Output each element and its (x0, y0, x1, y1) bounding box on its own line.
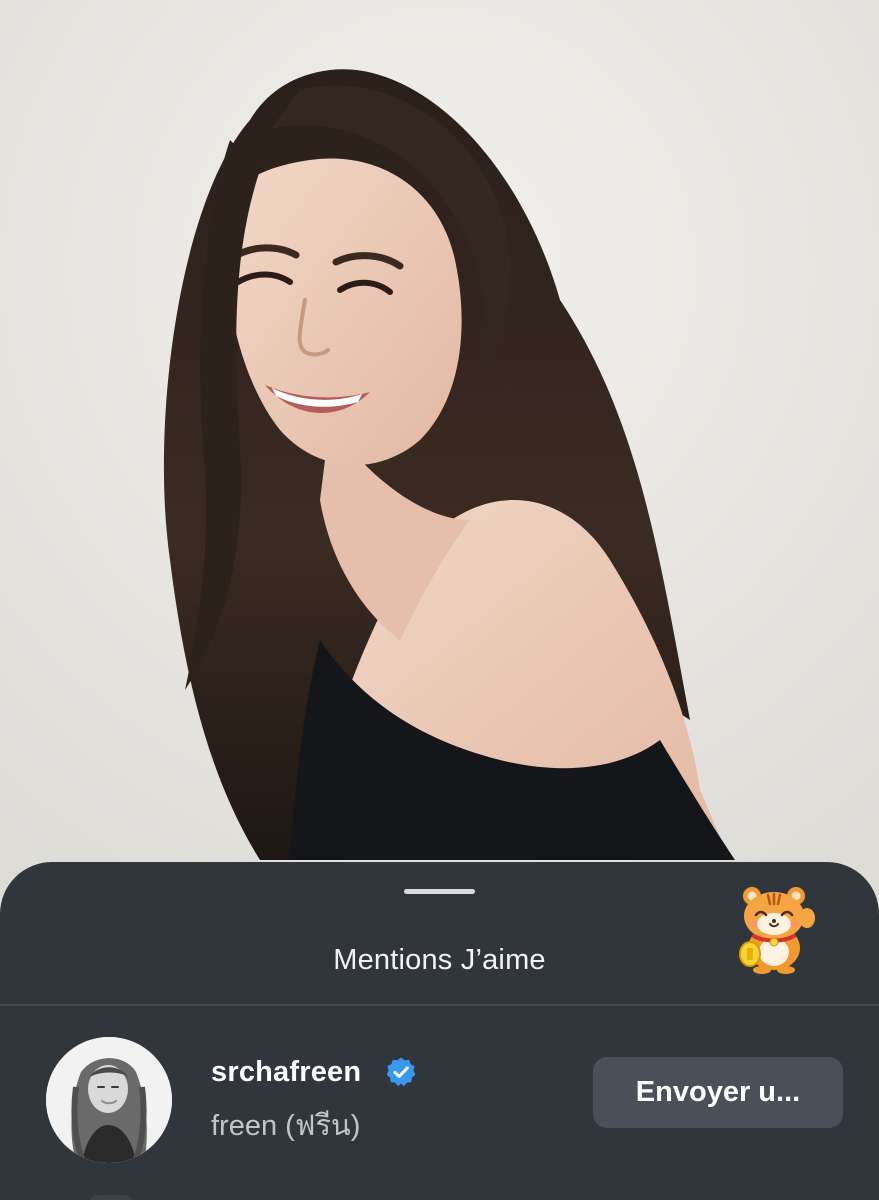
next-row-avatar (88, 1195, 134, 1200)
lucky-tiger-sticker-icon[interactable] (732, 882, 816, 974)
sheet-divider (0, 1004, 879, 1006)
screen: Mentions J’aime srchafreen freen (ฟรีน) … (0, 0, 879, 1200)
profile-photo-icon (46, 1037, 172, 1163)
avatar[interactable] (46, 1037, 172, 1163)
likes-sheet: Mentions J’aime srchafreen freen (ฟรีน) … (0, 862, 879, 1200)
send-message-button[interactable]: Envoyer u... (593, 1057, 843, 1128)
portrait-photo-icon (0, 0, 879, 900)
verified-badge-icon (386, 1057, 416, 1087)
liker-full-name: freen (ฟรีน) (211, 1110, 361, 1142)
liker-username[interactable]: srchafreen (211, 1056, 361, 1089)
sheet-grabber-handle[interactable] (404, 889, 475, 894)
post-photo[interactable] (0, 0, 879, 900)
liker-row[interactable]: srchafreen freen (ฟรีน) Envoyer u... (0, 1032, 879, 1163)
